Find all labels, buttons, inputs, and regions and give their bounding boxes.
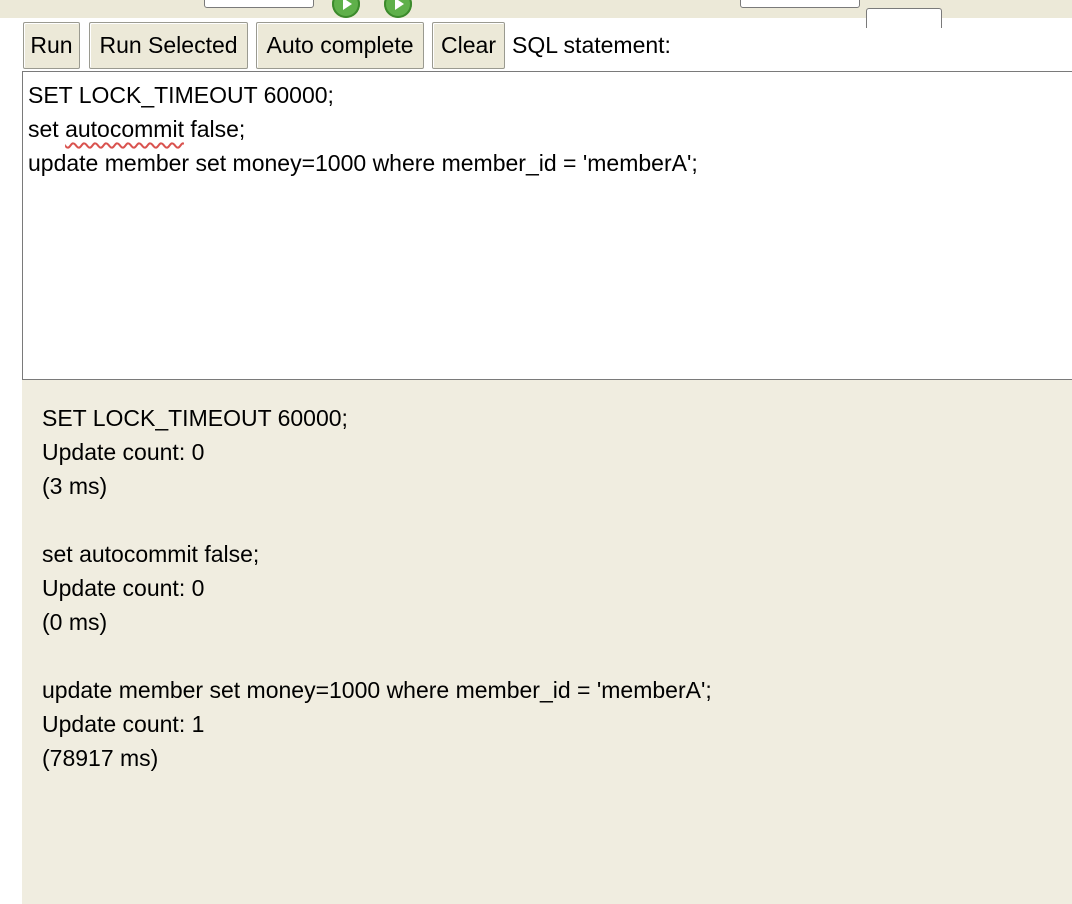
editor-line-prefix: set xyxy=(28,116,66,142)
misspelled-word: autocommit xyxy=(65,116,184,142)
result-update-count: Update count: 0 xyxy=(42,439,205,465)
result-block: set autocommit false; Update count: 0 (0… xyxy=(42,537,1072,639)
result-statement: SET LOCK_TIMEOUT 60000; xyxy=(42,405,348,431)
results-panel: SET LOCK_TIMEOUT 60000; Update count: 0 … xyxy=(22,380,1072,904)
editor-line: set autocommit false; xyxy=(28,112,1072,146)
sql-editor[interactable]: SET LOCK_TIMEOUT 60000; set autocommit f… xyxy=(22,71,1072,380)
auto-complete-button[interactable]: Auto complete xyxy=(256,22,424,69)
result-statement: set autocommit false; xyxy=(42,541,260,567)
result-time: (0 ms) xyxy=(42,609,108,635)
result-block: update member set money=1000 where membe… xyxy=(42,673,1072,775)
execute-selected-icon[interactable] xyxy=(384,0,412,18)
result-update-count: Update count: 1 xyxy=(42,711,205,737)
clear-button[interactable]: Clear xyxy=(432,22,505,69)
editor-line: SET LOCK_TIMEOUT 60000; xyxy=(28,82,334,108)
run-button[interactable]: Run xyxy=(23,22,80,69)
auto-complete-select[interactable] xyxy=(740,0,860,8)
result-update-count: Update count: 0 xyxy=(42,575,205,601)
result-time: (78917 ms) xyxy=(42,745,159,771)
max-rows-input[interactable] xyxy=(204,0,314,8)
execute-icon[interactable] xyxy=(332,0,360,18)
result-block: SET LOCK_TIMEOUT 60000; Update count: 0 … xyxy=(42,401,1072,503)
run-selected-button[interactable]: Run Selected xyxy=(89,22,248,69)
sql-statement-label: SQL statement: xyxy=(512,32,671,58)
result-time: (3 ms) xyxy=(42,473,108,499)
result-statement: update member set money=1000 where membe… xyxy=(42,677,712,703)
editor-line: update member set money=1000 where membe… xyxy=(28,150,698,176)
editor-line-suffix: false; xyxy=(183,116,246,142)
sql-toolbar: Run Run Selected Auto complete Clear SQL… xyxy=(23,22,1072,70)
